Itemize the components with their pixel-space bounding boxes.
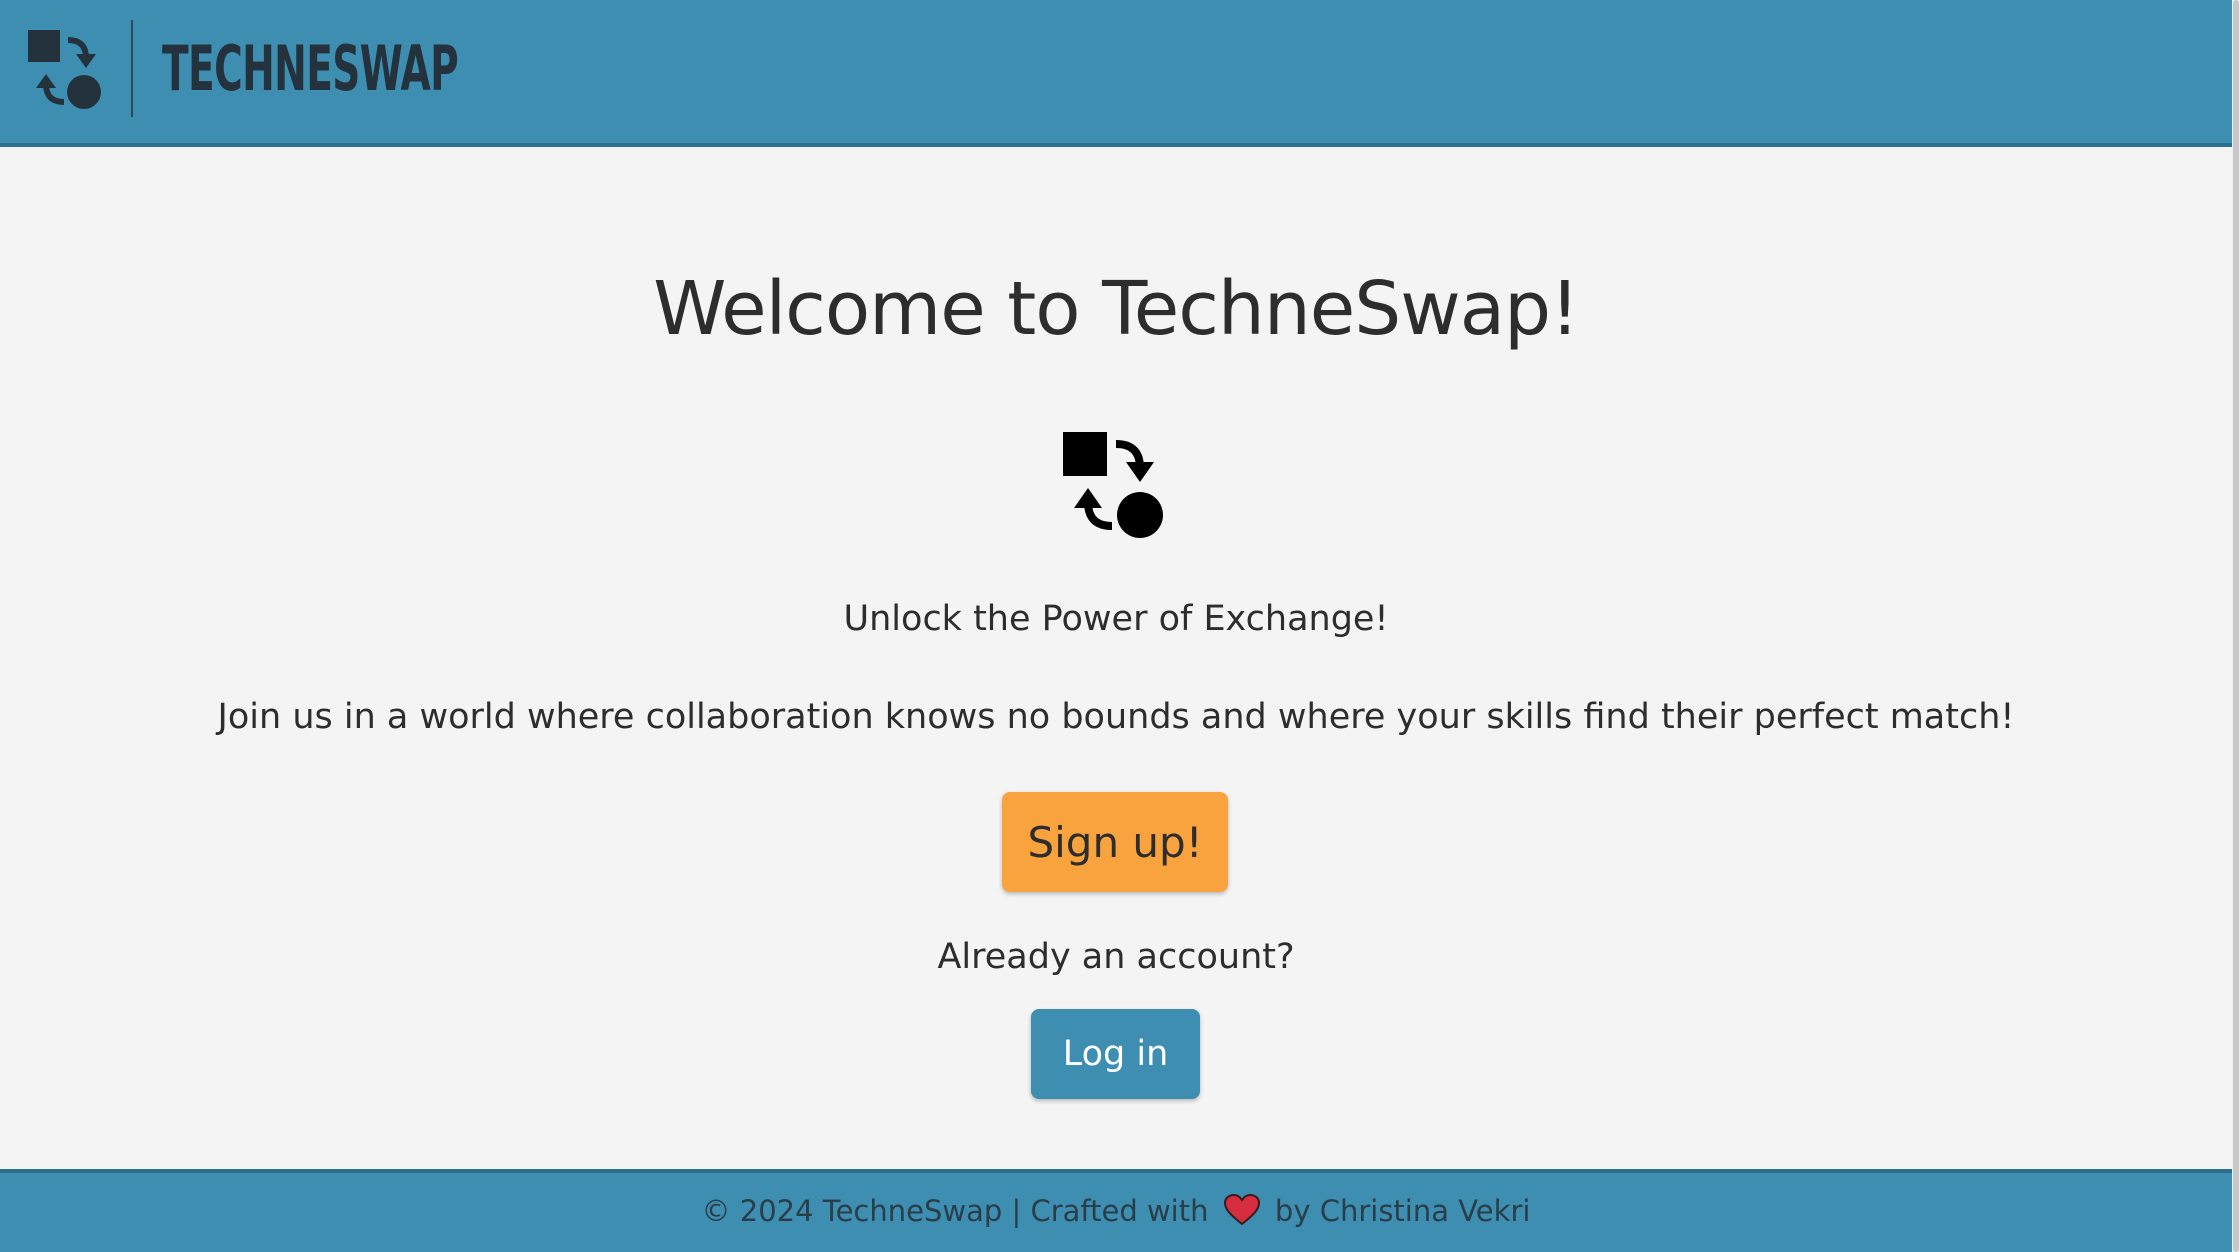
description: Join us in a world where collaboration k… xyxy=(217,697,2015,737)
login-button[interactable]: Log in xyxy=(1031,1009,1200,1099)
page: TECHNESWAP Welcome to TechneSwap! Unlock… xyxy=(0,0,2240,1252)
footer-author: by Christina Vekri xyxy=(1274,1194,1531,1228)
brand-name[interactable]: TECHNESWAP xyxy=(162,26,459,112)
scrollbar-thumb[interactable] xyxy=(2233,0,2239,1252)
main-content: Welcome to TechneSwap! Unlock the Power … xyxy=(0,151,2232,1169)
top-navbar: TECHNESWAP xyxy=(0,0,2232,147)
already-account-text: Already an account? xyxy=(937,937,1295,977)
page-title: Welcome to TechneSwap! xyxy=(653,266,1579,352)
footer-copyright: © 2024 TechneSwap | Crafted with xyxy=(701,1194,1209,1228)
signup-button[interactable]: Sign up! xyxy=(1002,792,1228,892)
swap-shapes-icon[interactable] xyxy=(28,30,106,112)
swap-shapes-icon xyxy=(1063,432,1163,538)
tagline: Unlock the Power of Exchange! xyxy=(843,599,1389,639)
footer: © 2024 TechneSwap | Crafted with by Chri… xyxy=(0,1169,2232,1252)
logo-divider xyxy=(131,20,133,117)
heart-icon xyxy=(1223,1194,1260,1226)
